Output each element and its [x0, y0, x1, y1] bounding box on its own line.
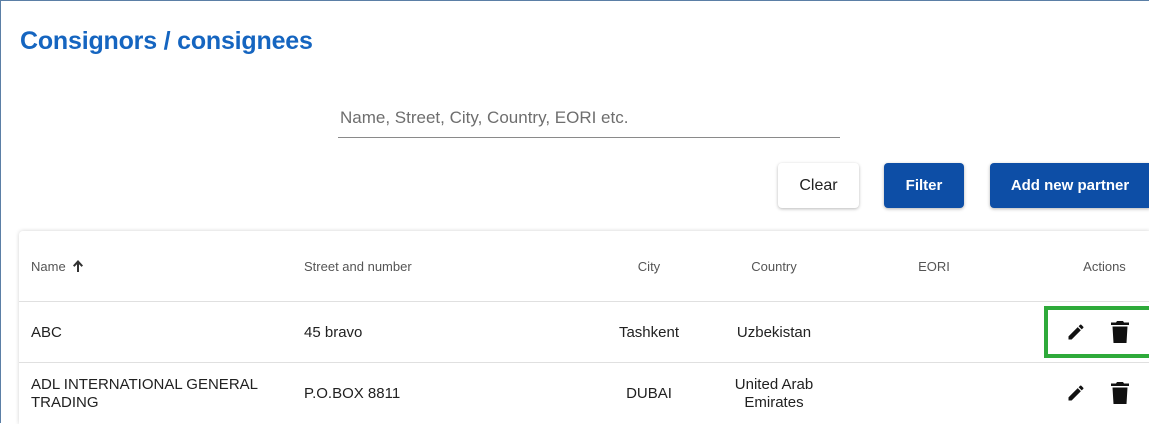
row-actions [1045, 371, 1149, 415]
delete-icon[interactable] [1109, 381, 1131, 405]
page-frame: Consignors / consignees Clear Filter Add… [0, 0, 1149, 424]
arrow-up-icon [72, 259, 84, 273]
cell-name-line: ADL INTERNATIONAL GENERAL [31, 375, 258, 393]
search-input[interactable] [338, 101, 844, 135]
cell-name: ADL INTERNATIONAL GENERAL TRADING [31, 363, 291, 424]
cell-name-line: TRADING [31, 393, 99, 411]
column-header-country[interactable]: Country [714, 231, 834, 301]
column-header-city[interactable]: City [594, 231, 704, 301]
cell-country-line: Emirates [744, 393, 804, 411]
cell-country: United Arab Emirates [714, 363, 834, 424]
column-header-actions: Actions [1083, 258, 1126, 274]
cell-eori [894, 363, 974, 424]
cell-city: Tashkent [618, 323, 680, 341]
cell-name: ABC [31, 323, 62, 341]
page-title: Consignors / consignees [20, 27, 313, 55]
partners-table: Name Street and number City Country EORI… [19, 231, 1149, 424]
cell-country-line: United Arab [734, 375, 814, 393]
table-header-row: Name Street and number City Country EORI… [19, 231, 1149, 302]
table-row[interactable]: ADL INTERNATIONAL GENERAL TRADING P.O.BO… [19, 363, 1149, 424]
edit-icon[interactable] [1065, 320, 1087, 344]
table-row[interactable]: ABC 45 bravo Tashkent Uzbekistan [19, 302, 1149, 363]
delete-icon[interactable] [1109, 320, 1131, 344]
column-header-eori[interactable]: EORI [894, 231, 974, 301]
cell-city: DUBAI [626, 385, 672, 402]
column-header-name[interactable]: Name [31, 231, 291, 301]
cell-eori [894, 302, 974, 362]
cell-street: 45 bravo [304, 323, 363, 341]
clear-button[interactable]: Clear [778, 163, 859, 208]
column-header-street[interactable]: Street and number [304, 231, 564, 301]
cell-country: Uzbekistan [736, 323, 812, 341]
column-header-name-label: Name [31, 258, 66, 274]
search-field [338, 101, 844, 138]
add-new-partner-button[interactable]: Add new partner [990, 163, 1149, 208]
edit-icon[interactable] [1065, 381, 1087, 405]
filter-button[interactable]: Filter [884, 163, 964, 208]
row-actions [1045, 310, 1149, 354]
cell-street: P.O.BOX 8811 [304, 385, 401, 402]
